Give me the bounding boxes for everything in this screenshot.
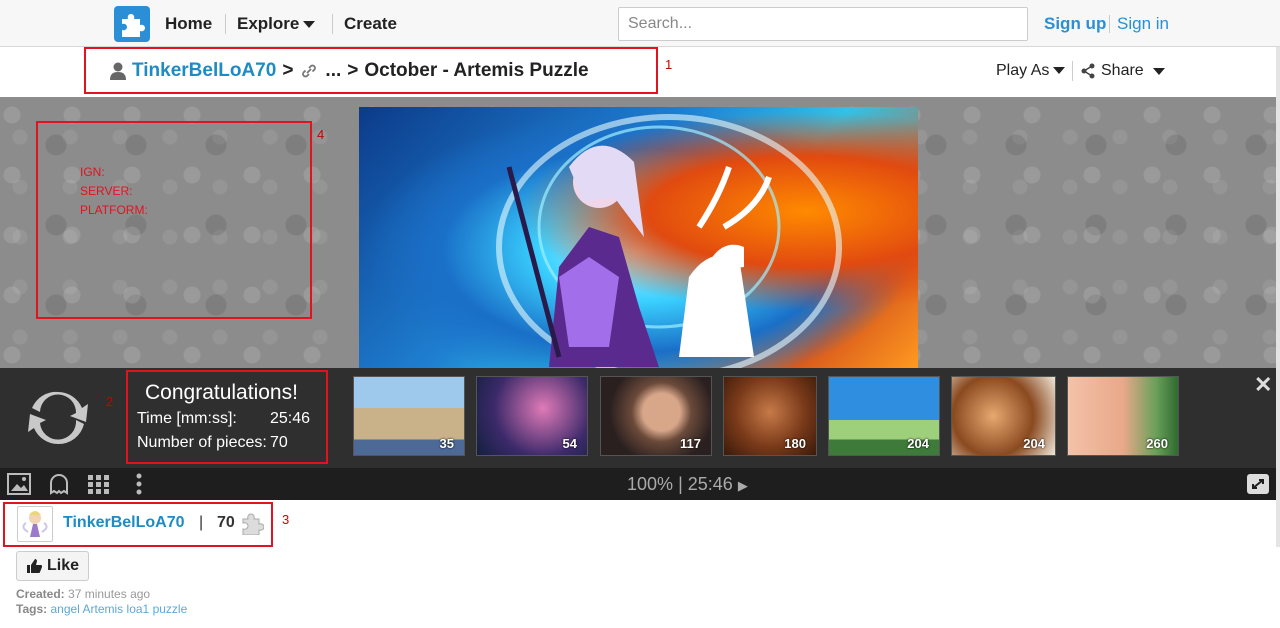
annotation-label-3: 3 [282,512,290,527]
avatar[interactable] [17,506,53,542]
tags-label: Tags: [16,602,48,616]
piece-count: 54 [562,436,577,451]
auth-divider [1109,15,1110,33]
signin-link[interactable]: Sign in [1117,14,1169,34]
tag-link[interactable]: Artemis [83,602,124,616]
puzzle-stage: IGN: SERVER: PLATFORM: 4 [0,97,1280,368]
tags-meta: Tags: angel Artemis loa1 puzzle [16,602,187,616]
chevron-down-icon [1053,67,1066,75]
tag-link[interactable]: angel [50,602,79,616]
user-puzzle-count: 70 [217,514,235,531]
puzzle-image[interactable] [359,107,918,368]
time-label: Time [mm:ss]: [137,410,237,427]
thumbnail-puzzle[interactable]: 260 [1067,376,1179,456]
piece-count: 204 [1023,436,1045,451]
zoom-timer-status: 100% | 25:46 ▶ [627,474,748,495]
like-button[interactable]: Like [16,551,89,581]
play-icon[interactable]: ▶ [738,478,748,493]
thumbnail-puzzle[interactable]: 54 [476,376,588,456]
status-divider: | [678,474,683,494]
nav-explore-label: Explore [237,14,300,33]
nav-divider [332,14,333,34]
nav-home[interactable]: Home [165,14,212,34]
search-input[interactable] [618,7,1028,41]
puzzle-piece-icon [242,513,264,535]
piece-count: 117 [680,436,701,451]
platform-label: PLATFORM: [80,203,148,217]
chevron-down-icon [303,21,316,29]
thumbnail-puzzle[interactable]: 204 [828,376,940,456]
like-label: Like [46,557,79,574]
timer: 25:46 [687,474,733,494]
tag-link[interactable]: puzzle [153,602,188,616]
nav-create[interactable]: Create [344,14,397,34]
thumbnail-puzzle[interactable]: 35 [353,376,465,456]
more-vertical-icon[interactable] [127,473,151,495]
piece-count: 180 [784,436,806,451]
thumbnail-puzzle[interactable]: 180 [723,376,817,456]
congrats-title: Congratulations! [145,381,298,404]
signup-link[interactable]: Sign up [1044,14,1106,34]
puzzle-toolbar: 100% | 25:46 ▶ [0,468,1280,500]
piece-count: 204 [907,436,929,451]
image-icon[interactable] [7,473,31,495]
fairy-avatar-image [22,511,48,537]
page-title: October - Artemis Puzzle [364,60,589,81]
annotation-label-1: 1 [665,57,673,72]
thumbnail-puzzle[interactable]: 117 [600,376,712,456]
thumbnail-puzzle[interactable]: 204 [951,376,1056,456]
created-label: Created: [16,587,65,601]
jigsaw-logo-icon[interactable] [114,6,150,42]
time-value: 25:46 [270,410,311,427]
action-divider [1072,61,1073,81]
close-icon[interactable]: ✕ [1254,372,1272,398]
breadcrumb-bar: TinkerBelLoA70 > ... > October - Artemis… [0,47,1280,97]
breadcrumb-separator: > [347,60,359,81]
pieces-label: Number of pieces: [137,434,267,451]
link-icon[interactable] [299,62,319,80]
nav-explore[interactable]: Explore [237,14,316,34]
share-menu[interactable]: Share [1080,62,1165,80]
breadcrumb-separator: > [282,60,294,81]
fullscreen-icon[interactable] [1246,473,1270,495]
user-divider: | [199,514,204,531]
annotation-box-4: IGN: SERVER: PLATFORM: [36,121,312,319]
ghost-icon[interactable] [47,473,71,495]
annotation-label-4: 4 [317,127,325,142]
thumbs-up-icon [26,559,42,573]
user-profile-link[interactable]: TinkerBelLoA70 [63,514,185,532]
nav-divider [225,14,226,34]
puzzle-artwork [496,114,842,368]
player-info-text: IGN: SERVER: PLATFORM: [80,163,148,220]
created-value: 37 minutes ago [68,587,151,601]
pieces-value: 70 [270,434,288,451]
annotation-label-2: 2 [106,394,114,409]
chevron-down-icon [1152,67,1165,75]
share-icon [1081,63,1095,79]
grid-icon[interactable] [86,473,110,495]
breadcrumb: TinkerBelLoA70 > ... > October - Artemis… [110,60,589,82]
play-as-label: Play As [996,62,1050,79]
breadcrumb-user[interactable]: TinkerBelLoA70 [132,60,276,82]
created-meta: Created: 37 minutes ago [16,587,150,601]
piece-count: 35 [439,436,454,451]
zoom-level: 100% [627,474,674,494]
user-icon [110,62,126,80]
completion-bar: 2 Congratulations! Time [mm:ss]: 25:46 N… [0,368,1280,468]
refresh-icon[interactable] [26,386,90,450]
top-nav: Home Explore Create Sign up Sign in [0,0,1280,47]
play-as-menu[interactable]: Play As [996,62,1066,80]
piece-count: 260 [1146,436,1168,451]
share-label: Share [1101,62,1144,79]
page-scrollbar[interactable] [1276,47,1280,547]
breadcrumb-ellipsis[interactable]: ... [325,60,341,82]
server-label: SERVER: [80,184,133,198]
tag-link[interactable]: loa1 [127,602,150,616]
ign-label: IGN: [80,165,105,179]
